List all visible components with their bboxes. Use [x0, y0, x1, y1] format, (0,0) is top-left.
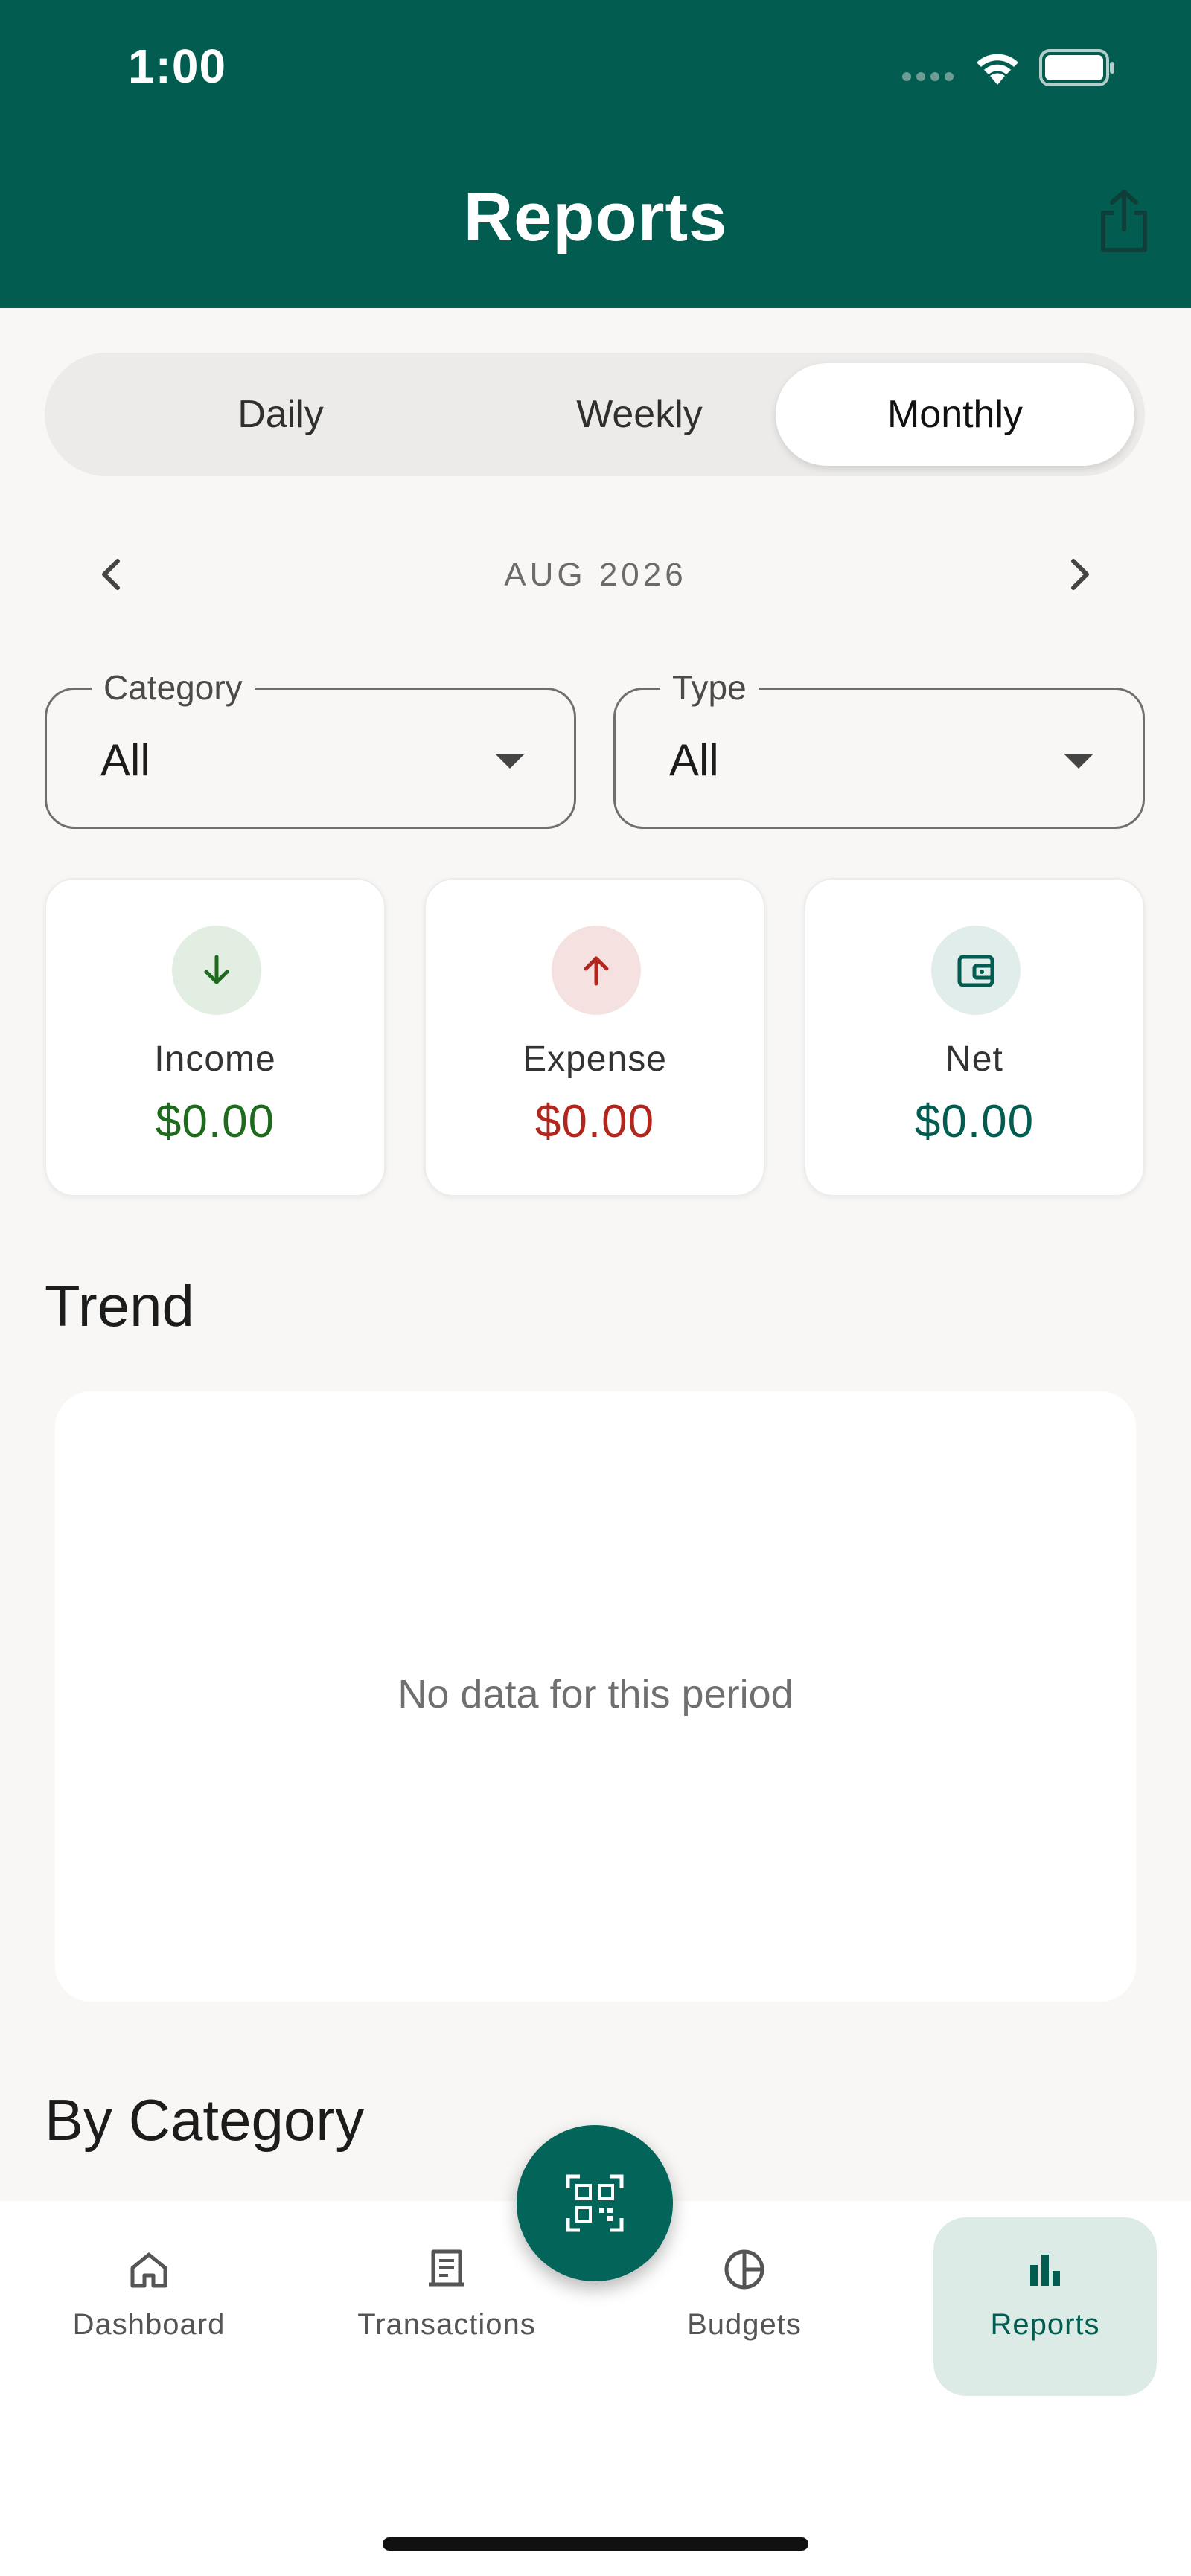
- nav-label: Reports: [990, 2308, 1100, 2341]
- nav-dashboard[interactable]: Dashboard: [37, 2217, 261, 2396]
- tab-weekly[interactable]: Weekly: [460, 363, 819, 466]
- expense-label: Expense: [523, 1039, 667, 1079]
- wallet-icon: [931, 926, 1021, 1015]
- previous-period-icon[interactable]: [89, 552, 134, 597]
- receipt-icon: [429, 2249, 464, 2287]
- arrow-up-icon: [552, 926, 641, 1015]
- wifi-icon: [977, 54, 1018, 85]
- trend-title: Trend: [45, 1273, 194, 1339]
- by-category-title: By Category: [45, 2087, 365, 2153]
- net-label: Net: [945, 1039, 1003, 1079]
- arrow-down-icon: [172, 926, 261, 1015]
- tab-monthly[interactable]: Monthly: [776, 363, 1134, 466]
- app-header: 1:00 Reports: [0, 0, 1191, 308]
- nav-label: Dashboard: [72, 2308, 226, 2341]
- income-card: Income $0.00: [45, 878, 386, 1196]
- net-value: $0.00: [914, 1096, 1035, 1147]
- nav-reports[interactable]: Reports: [933, 2217, 1157, 2396]
- pie-chart-icon: [724, 2249, 764, 2290]
- expense-card: Expense $0.00: [424, 878, 765, 1196]
- type-dropdown[interactable]: Type All: [613, 667, 1145, 829]
- income-value: $0.00: [155, 1096, 275, 1147]
- category-dropdown[interactable]: Category All: [45, 667, 576, 829]
- dropdown-arrow-icon: [1064, 754, 1093, 769]
- home-icon: [130, 2252, 167, 2288]
- next-period-icon[interactable]: [1057, 552, 1102, 597]
- type-value: All: [669, 735, 719, 785]
- cellular-signal-icon: [902, 71, 959, 83]
- type-label: Type: [660, 667, 759, 708]
- dropdown-arrow-icon: [495, 754, 525, 769]
- category-label: Category: [92, 667, 255, 708]
- share-icon[interactable]: [1094, 188, 1154, 254]
- net-card: Net $0.00: [804, 878, 1145, 1196]
- period-label: AUG 2026: [504, 557, 687, 593]
- bar-chart-icon: [1030, 2255, 1060, 2286]
- battery-icon: [1039, 49, 1114, 86]
- nav-transactions[interactable]: Transactions: [335, 2217, 558, 2396]
- period-segmented-control: Daily Weekly Monthly: [45, 353, 1145, 476]
- trend-chart-card: No data for this period: [55, 1391, 1136, 2002]
- category-value: All: [100, 735, 150, 785]
- qr-scan-icon: [566, 2174, 624, 2232]
- scan-fab-button[interactable]: [517, 2125, 673, 2281]
- nav-label: Transactions: [357, 2308, 536, 2341]
- expense-value: $0.00: [534, 1096, 655, 1147]
- income-label: Income: [154, 1039, 276, 1079]
- nav-budgets[interactable]: Budgets: [633, 2217, 856, 2396]
- empty-state-text: No data for this period: [397, 1672, 794, 1717]
- page-title: Reports: [463, 179, 728, 255]
- status-time: 1:00: [128, 39, 227, 93]
- home-indicator: [383, 2537, 808, 2551]
- nav-label: Budgets: [687, 2308, 802, 2341]
- tab-daily[interactable]: Daily: [101, 363, 460, 466]
